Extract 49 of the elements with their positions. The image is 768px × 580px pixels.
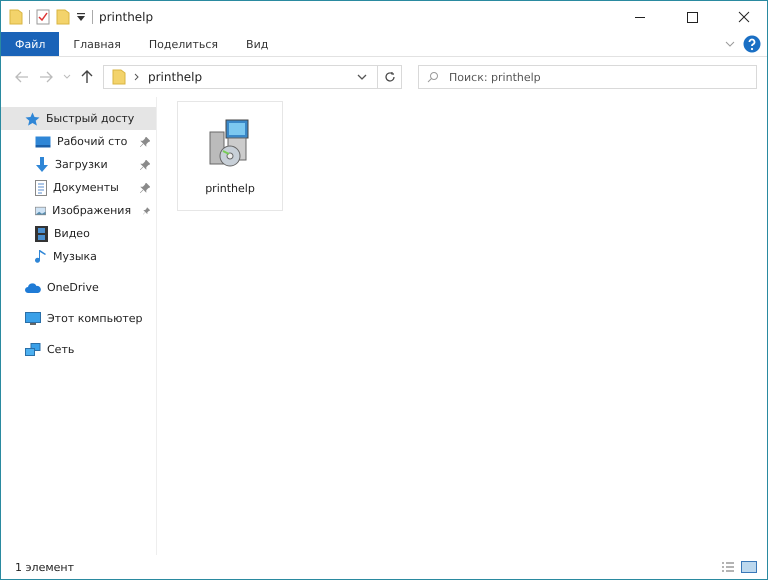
search-field[interactable]: Поиск: printhelp — [418, 65, 757, 89]
up-arrow-icon[interactable] — [81, 70, 93, 84]
sidebar-item[interactable]: Этот компьютер — [1, 307, 156, 330]
address-path: printhelp — [148, 70, 202, 84]
cloud-icon — [25, 282, 41, 292]
window-title: printhelp — [99, 10, 154, 24]
refresh-icon — [384, 71, 396, 83]
network-icon — [25, 342, 41, 356]
document-icon — [35, 180, 47, 196]
sidebar-item[interactable]: Загрузки — [1, 153, 156, 176]
sidebar-item[interactable]: Изображения — [1, 199, 156, 222]
address-bar[interactable]: printhelp — [103, 65, 378, 89]
sidebar-label: Видео — [54, 227, 90, 240]
ribbon-tab[interactable]: Файл — [1, 32, 60, 56]
monitor-icon — [25, 312, 41, 326]
star-icon — [25, 112, 40, 126]
status-text: 1 элемент — [15, 560, 74, 574]
sidebar-item[interactable]: Музыка — [1, 245, 156, 268]
chevron-right-icon — [134, 73, 140, 81]
sidebar-item[interactable]: Рабочий сто — [1, 130, 156, 153]
file-name: printhelp — [205, 182, 255, 194]
file-item[interactable]: printhelp — [177, 101, 283, 211]
sidebar-label: Быстрый досту — [46, 112, 134, 125]
properties-icon[interactable] — [36, 8, 50, 24]
sidebar-label: Музыка — [53, 250, 97, 263]
picture-icon — [35, 204, 46, 216]
folder-icon — [112, 69, 126, 85]
sidebar-label: Загрузки — [55, 158, 108, 171]
sidebar-item[interactable]: Быстрый досту — [1, 107, 156, 130]
sidebar-label: Рабочий сто — [57, 135, 128, 148]
sidebar-label: Документы — [53, 181, 119, 194]
details-view-icon[interactable] — [721, 561, 735, 573]
sidebar-item[interactable]: Сеть — [1, 338, 156, 361]
music-note-icon — [35, 248, 47, 264]
sidebar-label: Этот компьютер — [47, 312, 142, 325]
sidebar-label: Сеть — [47, 343, 74, 356]
film-icon — [35, 226, 48, 242]
sidebar-label: Изображения — [52, 204, 132, 217]
help-icon[interactable] — [743, 35, 761, 53]
sidebar-item[interactable]: Документы — [1, 176, 156, 199]
desktop-icon — [35, 136, 51, 148]
sidebar-item[interactable]: OneDrive — [1, 276, 156, 299]
refresh-button[interactable] — [378, 65, 402, 89]
sidebar-label: OneDrive — [47, 281, 99, 294]
chevron-down-icon[interactable] — [357, 73, 367, 81]
large-icons-view-icon[interactable] — [741, 561, 757, 573]
sidebar-item[interactable]: Видео — [1, 222, 156, 245]
dropdown-icon[interactable] — [76, 12, 86, 22]
download-arrow-icon — [35, 156, 49, 172]
